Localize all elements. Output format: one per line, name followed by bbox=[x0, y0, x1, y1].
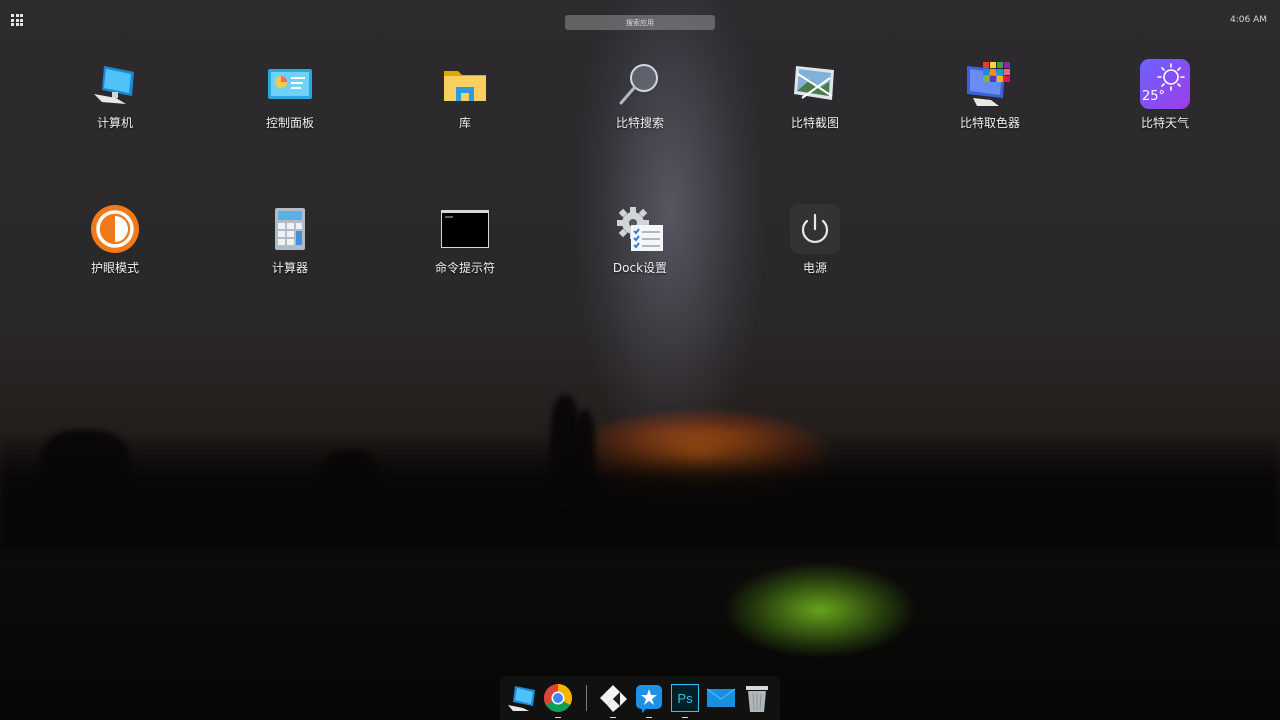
app-label: 控制面板 bbox=[265, 116, 314, 130]
app-label: 计算器 bbox=[271, 261, 308, 275]
dock-item-computer[interactable] bbox=[507, 683, 537, 713]
background-tree bbox=[320, 450, 380, 510]
app-dock-settings[interactable]: Dock设置 bbox=[580, 202, 700, 292]
computer-icon bbox=[508, 686, 535, 711]
dock-item-star-app[interactable] bbox=[634, 683, 664, 718]
app-control-panel[interactable]: 控制面板 bbox=[230, 57, 350, 147]
app-computer[interactable]: 计算机 bbox=[55, 57, 175, 147]
dock-item-trash[interactable] bbox=[742, 683, 772, 713]
background-tree bbox=[40, 430, 130, 500]
app-power[interactable]: 电源 bbox=[755, 202, 875, 292]
dock-item-chrome[interactable] bbox=[543, 683, 573, 718]
app-label: Dock设置 bbox=[612, 261, 668, 275]
app-library[interactable]: 库 bbox=[405, 57, 525, 147]
kodi-icon bbox=[600, 685, 627, 712]
app-label: 比特天气 bbox=[1140, 116, 1189, 130]
app-label: 计算机 bbox=[96, 116, 133, 130]
power-icon bbox=[790, 204, 840, 254]
terminal-icon bbox=[441, 210, 489, 248]
app-calculator[interactable]: 计算器 bbox=[230, 202, 350, 292]
calculator-icon bbox=[275, 208, 305, 250]
dock: Ps bbox=[500, 676, 780, 720]
star-app-icon bbox=[636, 685, 662, 713]
app-label: 命令提示符 bbox=[434, 261, 495, 275]
apps-grid-icon[interactable] bbox=[11, 14, 23, 26]
photoshop-icon: Ps bbox=[671, 684, 699, 712]
dock-item-mail[interactable] bbox=[706, 683, 736, 713]
mail-icon bbox=[706, 688, 736, 707]
app-command-prompt[interactable]: 命令提示符 bbox=[405, 202, 525, 292]
running-indicator bbox=[646, 716, 652, 718]
search-magnifier-icon bbox=[619, 64, 658, 105]
color-picker-icon bbox=[967, 62, 1010, 106]
eye-protection-icon bbox=[91, 205, 139, 253]
app-bit-weather[interactable]: 比特天气 25° bbox=[1105, 57, 1225, 147]
control-panel-icon bbox=[268, 69, 312, 99]
search-input[interactable] bbox=[565, 15, 715, 30]
dock-settings-icon bbox=[617, 207, 663, 251]
app-bit-screenshot[interactable]: 比特截图 bbox=[755, 57, 875, 147]
app-label: 比特搜索 bbox=[615, 116, 664, 130]
app-label: 比特截图 bbox=[790, 116, 839, 130]
screenshot-icon bbox=[794, 66, 834, 100]
app-label: 护眼模式 bbox=[90, 261, 139, 275]
app-label: 库 bbox=[458, 116, 471, 130]
app-bit-color-picker[interactable]: 比特取色器 bbox=[930, 57, 1050, 147]
dock-item-photoshop[interactable]: Ps bbox=[670, 683, 700, 718]
trash-icon bbox=[746, 686, 768, 712]
computer-icon bbox=[94, 66, 134, 104]
dock-item-kodi[interactable] bbox=[598, 683, 628, 718]
running-indicator bbox=[682, 716, 688, 718]
folder-icon bbox=[444, 71, 486, 101]
weather-temp: 25° bbox=[1142, 89, 1166, 104]
app-label: 比特取色器 bbox=[959, 116, 1020, 130]
app-bit-search[interactable]: 比特搜索 bbox=[580, 57, 700, 147]
app-label: 电源 bbox=[802, 261, 827, 275]
clock: 4:06 AM bbox=[1230, 15, 1267, 25]
running-indicator bbox=[610, 716, 616, 718]
running-indicator bbox=[555, 716, 561, 718]
chrome-icon bbox=[544, 684, 572, 712]
dock-separator bbox=[586, 685, 587, 711]
background-treeline bbox=[0, 430, 1280, 550]
app-eye-protection[interactable]: 护眼模式 bbox=[55, 202, 175, 292]
background-tree bbox=[575, 410, 595, 500]
